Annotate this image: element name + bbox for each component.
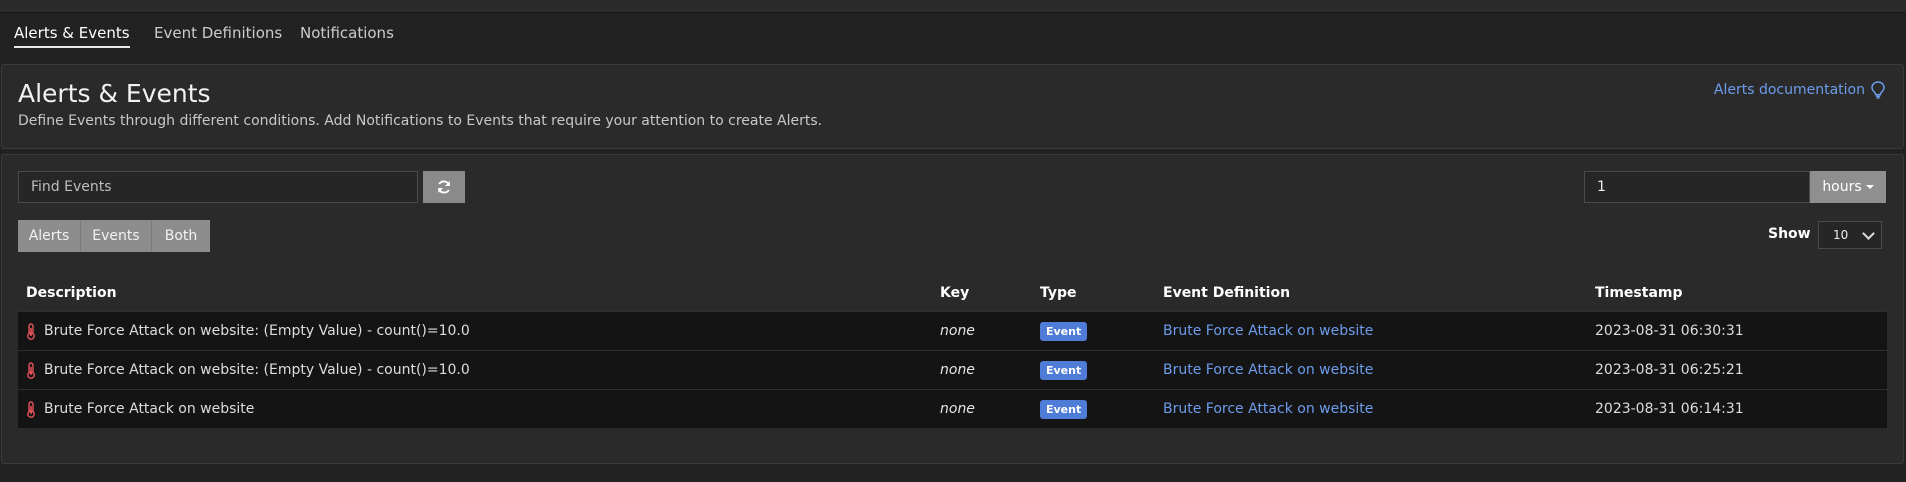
- event-timestamp: 2023-08-31 06:25:21: [1587, 350, 1887, 390]
- column-key[interactable]: Key: [932, 275, 1032, 312]
- event-description: Brute Force Attack on website: (Empty Va…: [44, 362, 470, 378]
- search-input[interactable]: [18, 171, 418, 203]
- doc-link-label: Alerts documentation: [1713, 82, 1865, 98]
- page-size-select[interactable]: 10: [1818, 221, 1882, 249]
- refresh-button[interactable]: [423, 171, 465, 203]
- filter-events-button[interactable]: Events: [81, 220, 152, 252]
- thermometer-alert-icon: [27, 400, 35, 418]
- table-header-row: Description Key Type Event Definition Ti…: [18, 275, 1887, 312]
- event-definition-link[interactable]: Brute Force Attack on website: [1163, 401, 1373, 417]
- page-description: Define Events through different conditio…: [18, 113, 823, 129]
- event-key: none: [932, 311, 1032, 351]
- alerts-documentation-link[interactable]: Alerts documentation: [1714, 81, 1885, 99]
- chevron-down-icon: [1862, 226, 1875, 240]
- column-timestamp[interactable]: Timestamp: [1587, 275, 1887, 312]
- tab-notifications[interactable]: Notifications: [300, 24, 394, 42]
- table-row[interactable]: Brute Force Attack on website: (Empty Va…: [18, 350, 1887, 390]
- time-unit-label: hours: [1822, 179, 1862, 195]
- filter-alerts-button[interactable]: Alerts: [18, 220, 81, 252]
- show-label: Show: [1768, 226, 1811, 242]
- table-row[interactable]: Brute Force Attack on website: (Empty Va…: [18, 311, 1887, 351]
- time-range-input[interactable]: [1584, 171, 1810, 203]
- filter-both-button[interactable]: Both: [152, 220, 210, 252]
- page-title: Alerts & Events: [18, 79, 211, 108]
- type-badge: Event: [1040, 399, 1088, 419]
- refresh-icon: [438, 180, 450, 194]
- table-row[interactable]: Brute Force Attack on website none Event…: [18, 389, 1887, 428]
- event-key: none: [932, 350, 1032, 390]
- type-badge: Event: [1040, 321, 1088, 341]
- column-type[interactable]: Type: [1032, 275, 1155, 312]
- event-definition-link[interactable]: Brute Force Attack on website: [1163, 362, 1373, 378]
- lightbulb-icon: [1871, 81, 1885, 99]
- events-panel: hours Alerts Events Both Show 10 Descrip…: [1, 154, 1904, 464]
- event-key: none: [932, 389, 1032, 428]
- top-bar: [0, 0, 1906, 13]
- column-description[interactable]: Description: [18, 275, 932, 312]
- column-event-definition[interactable]: Event Definition: [1155, 275, 1587, 312]
- event-definition-link[interactable]: Brute Force Attack on website: [1163, 323, 1373, 339]
- event-description: Brute Force Attack on website: (Empty Va…: [44, 323, 470, 339]
- page-size-value: 10: [1833, 228, 1849, 242]
- thermometer-alert-icon: [27, 322, 35, 340]
- event-timestamp: 2023-08-31 06:30:31: [1587, 311, 1887, 351]
- events-table: Description Key Type Event Definition Ti…: [18, 275, 1887, 428]
- time-unit-dropdown[interactable]: hours: [1810, 171, 1886, 203]
- event-timestamp: 2023-08-31 06:14:31: [1587, 389, 1887, 428]
- event-description: Brute Force Attack on website: [44, 401, 255, 417]
- thermometer-alert-icon: [27, 361, 35, 379]
- tab-event-definitions[interactable]: Event Definitions: [154, 24, 282, 42]
- tab-alerts-events[interactable]: Alerts & Events: [14, 24, 130, 48]
- event-filter-group: Alerts Events Both: [18, 220, 210, 252]
- page-header: Alerts & Events Define Events through di…: [1, 64, 1904, 149]
- caret-down-icon: [1865, 185, 1874, 189]
- type-badge: Event: [1040, 360, 1088, 380]
